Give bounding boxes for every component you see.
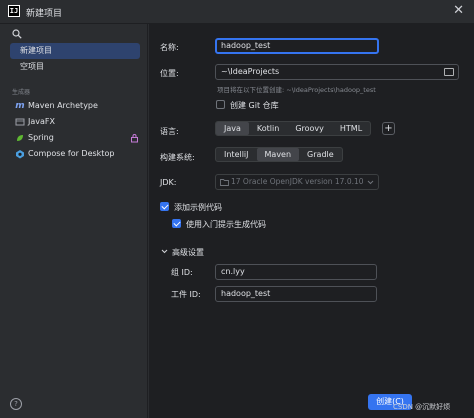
language-option-html[interactable]: HTML	[332, 122, 370, 135]
build-system-selector: IntelliJ Maven Gradle	[215, 147, 343, 162]
artifact-id-input[interactable]: hadoop_test	[215, 286, 377, 302]
jdk-select[interactable]: 17 Oracle OpenJDK version 17.0.10	[215, 174, 379, 190]
sidebar-item-empty-project[interactable]: 空项目	[10, 59, 140, 75]
build-system-label: 构建系统:	[160, 153, 195, 162]
javafx-icon	[15, 118, 25, 126]
language-option-kotlin[interactable]: Kotlin	[249, 122, 287, 135]
sidebar-item-compose-for-desktop[interactable]: Compose for Desktop	[12, 146, 142, 162]
artifact-id-label: 工件 ID:	[171, 290, 201, 299]
project-settings-panel: 名称: hadoop_test 位置: ~\IdeaProjects 项目将在以…	[149, 24, 474, 418]
language-option-java[interactable]: Java	[216, 122, 249, 135]
language-selector: Java Kotlin Groovy HTML	[215, 121, 372, 136]
title-bar: IJ 新建项目 ✕	[0, 0, 474, 24]
chevron-down-icon[interactable]	[161, 249, 168, 254]
sidebar-item-javafx[interactable]: JavaFX	[12, 114, 142, 130]
location-label: 位置:	[160, 69, 179, 78]
intellij-logo-icon: IJ	[8, 5, 20, 17]
name-input[interactable]: hadoop_test	[215, 38, 379, 54]
spring-icon	[17, 135, 23, 141]
build-option-intellij[interactable]: IntelliJ	[216, 148, 257, 161]
advanced-settings-toggle[interactable]: 高级设置	[172, 247, 204, 258]
chevron-down-icon	[367, 180, 374, 185]
build-option-maven[interactable]: Maven	[256, 148, 300, 161]
group-id-label: 组 ID:	[171, 268, 193, 277]
group-id-input[interactable]: cn.lyy	[215, 264, 377, 280]
sidebar-item-label: 新建项目	[20, 46, 52, 55]
sidebar: 新建项目 空项目 生成器 m Maven Archetype JavaFX Sp…	[0, 24, 148, 418]
sidebar-item-label: 空项目	[20, 62, 44, 71]
search-icon[interactable]	[12, 29, 22, 39]
sidebar-item-spring[interactable]: Spring	[12, 130, 142, 146]
generators-section-label: 生成器	[12, 89, 31, 96]
sample-code-checkbox[interactable]	[160, 202, 169, 211]
git-repo-checkbox[interactable]	[216, 100, 225, 109]
sidebar-item-new-project[interactable]: 新建项目	[10, 43, 140, 59]
dialog-title: 新建项目	[26, 9, 63, 19]
sample-code-label: 添加示例代码	[174, 203, 222, 212]
jdk-folder-icon	[220, 179, 229, 186]
help-icon[interactable]: ?	[10, 398, 22, 410]
compose-icon	[16, 150, 24, 159]
lock-icon	[131, 134, 138, 143]
folder-icon[interactable]	[444, 68, 454, 76]
language-label: 语言:	[160, 127, 179, 136]
onboarding-tips-label: 使用入门提示生成代码	[186, 220, 266, 229]
sidebar-item-label: Maven Archetype	[28, 101, 98, 110]
close-icon[interactable]: ✕	[453, 3, 464, 18]
sidebar-item-label: Spring	[28, 133, 54, 142]
jdk-value: 17 Oracle OpenJDK version 17.0.10	[231, 177, 364, 186]
watermark-text: CSDN @沉默好烦	[393, 403, 451, 411]
git-repo-label: 创建 Git 仓库	[230, 101, 279, 110]
location-input[interactable]: ~\IdeaProjects	[215, 64, 459, 80]
jdk-label: JDK:	[160, 178, 177, 187]
onboarding-tips-checkbox[interactable]	[172, 219, 181, 228]
language-option-groovy[interactable]: Groovy	[287, 122, 332, 135]
new-project-dialog: IJ 新建项目 ✕ 新建项目 空项目 生成器 m Maven Archetype…	[0, 0, 474, 418]
location-value: ~\IdeaProjects	[221, 67, 280, 76]
maven-icon: m	[15, 101, 25, 111]
sidebar-item-label: Compose for Desktop	[28, 149, 115, 158]
sidebar-item-label: JavaFX	[28, 117, 55, 126]
location-hint: 项目将在以下位置创建: ~\IdeaProjects\hadoop_test	[217, 86, 376, 94]
name-label: 名称:	[160, 43, 179, 52]
sidebar-item-maven-archetype[interactable]: m Maven Archetype	[12, 98, 142, 114]
add-language-button[interactable]: +	[382, 122, 395, 135]
build-option-gradle[interactable]: Gradle	[299, 148, 342, 161]
